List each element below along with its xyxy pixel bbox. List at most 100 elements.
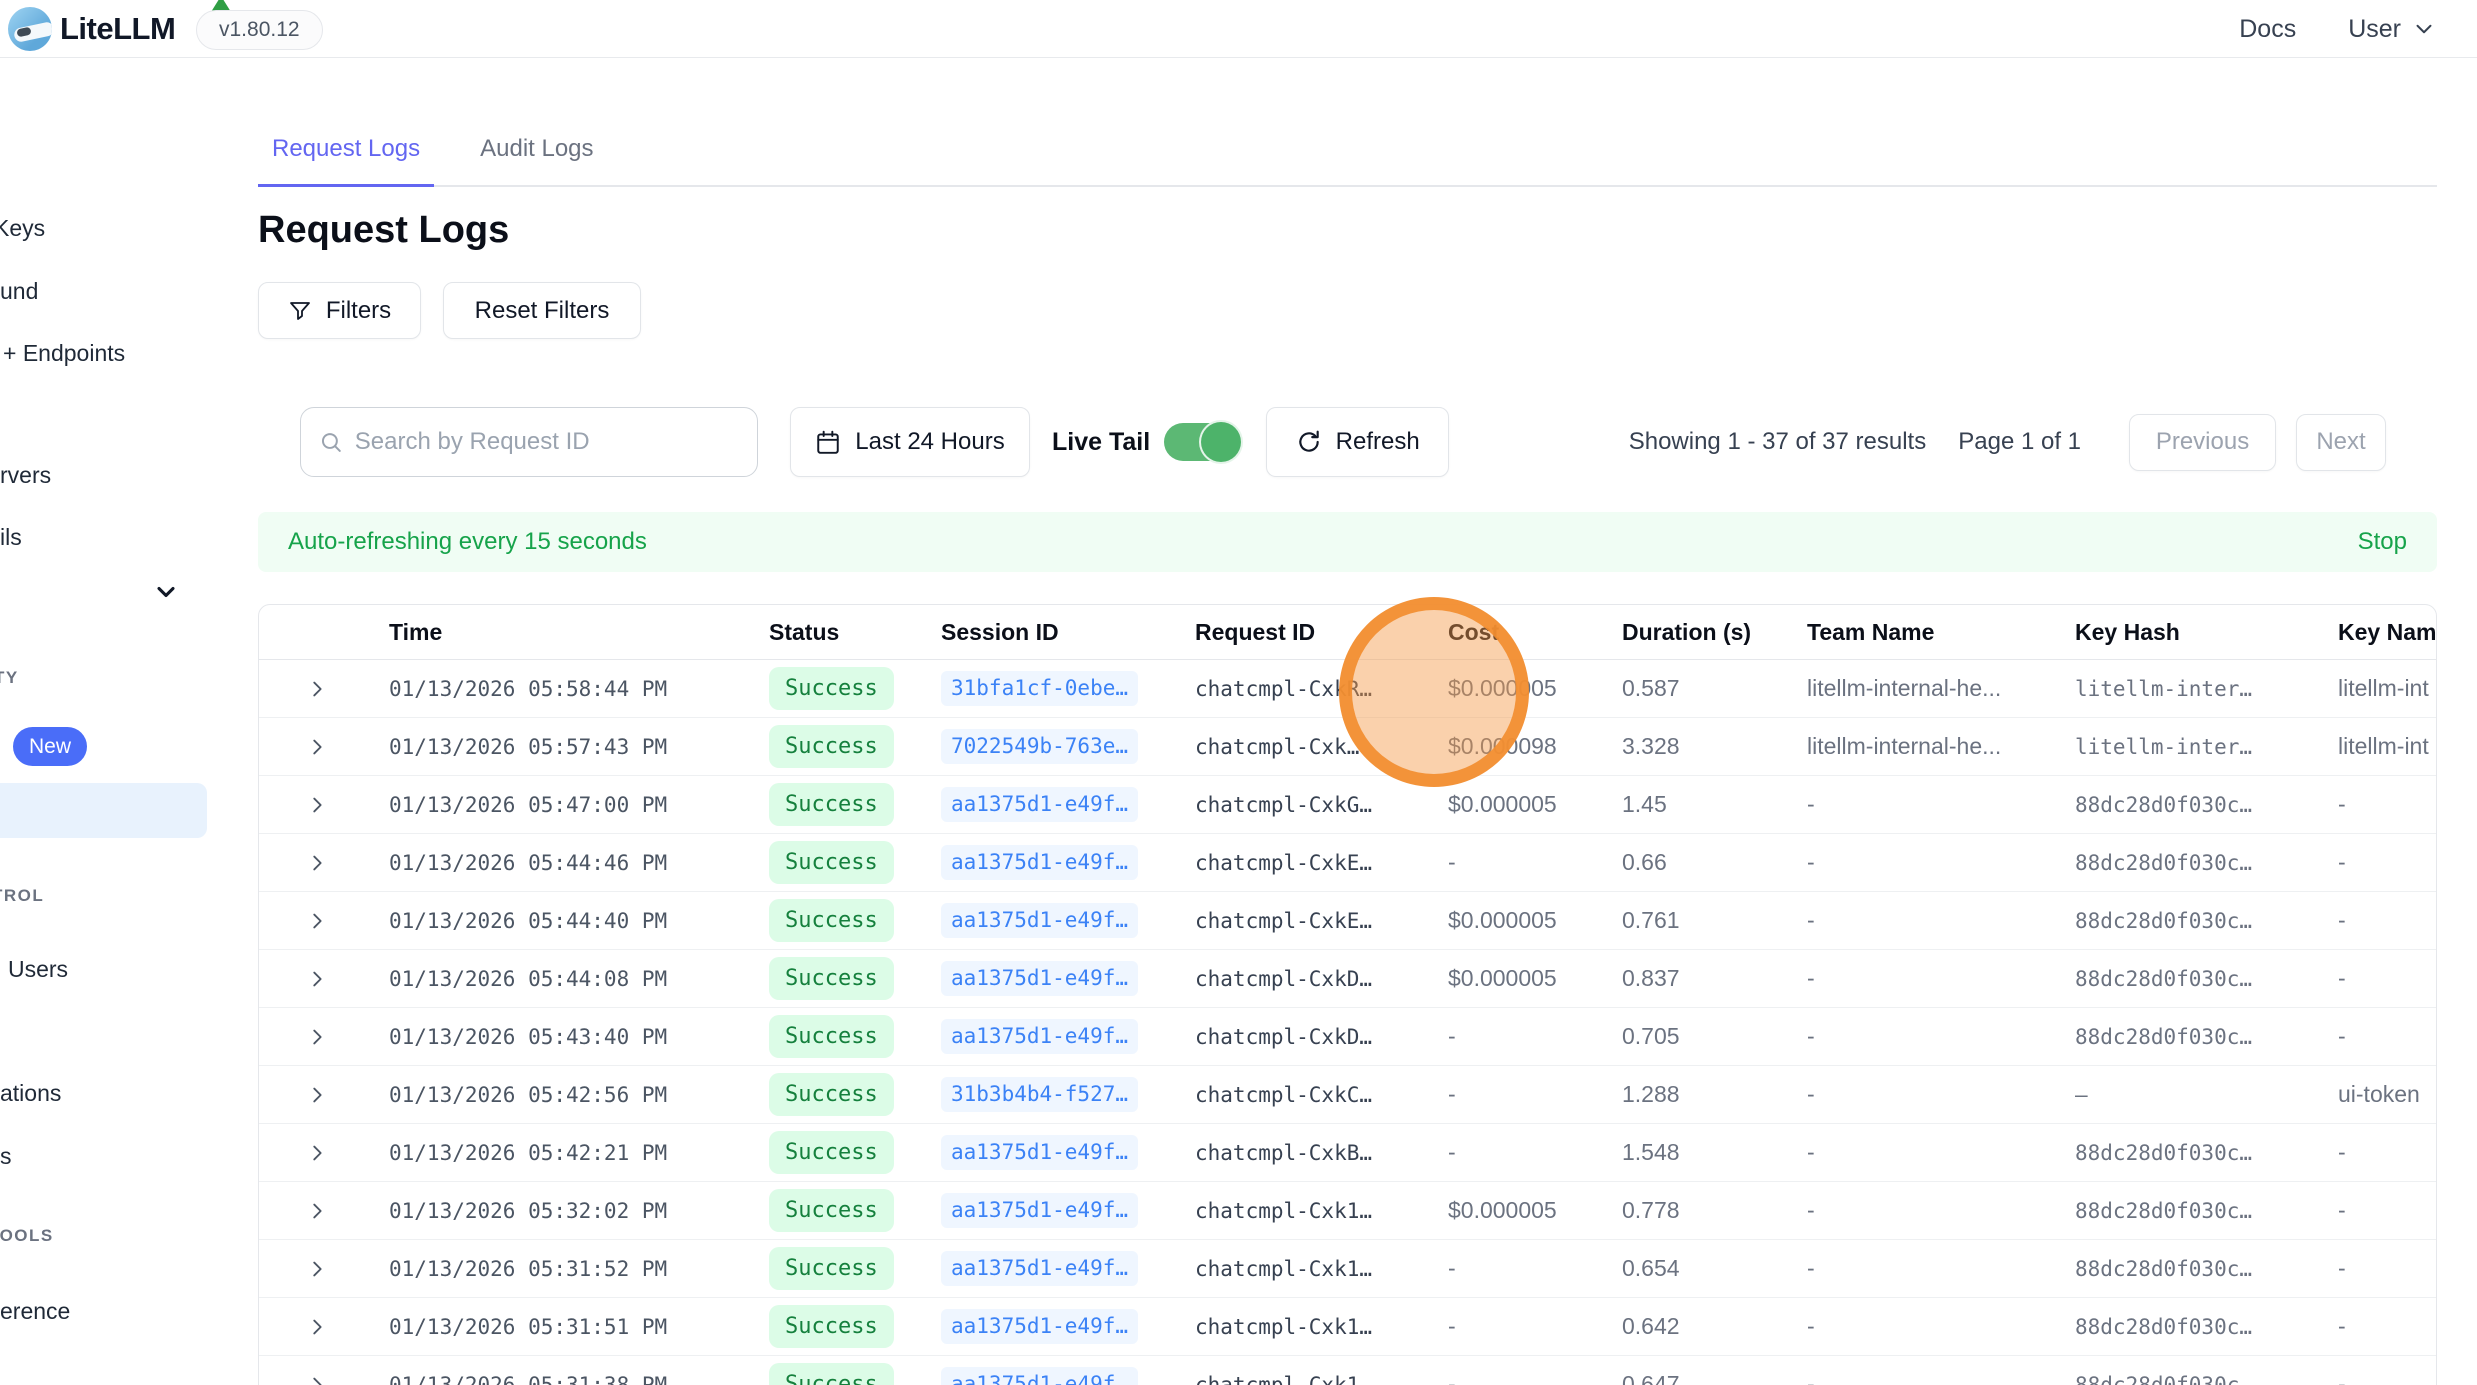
time-cell: 01/13/2026 05:57:43 PM: [389, 735, 769, 759]
duration-cell: 0.705: [1622, 1023, 1807, 1050]
col-team-name: Team Name: [1807, 619, 2075, 646]
session-id-link[interactable]: aa1375d1-e49f…: [941, 1135, 1138, 1170]
key-hash-cell: 88dc28d0f030c…: [2075, 967, 2338, 991]
duration-cell: 3.328: [1622, 733, 1807, 760]
filters-button[interactable]: Filters: [258, 282, 421, 339]
duration-cell: 0.642: [1622, 1313, 1807, 1340]
user-menu-label[interactable]: User: [2348, 15, 2401, 44]
session-id-link[interactable]: aa1375d1-e49f…: [941, 1367, 1138, 1385]
request-id-cell: chatcmpl-CxkD…: [1195, 967, 1448, 991]
next-page-button[interactable]: Next: [2296, 414, 2386, 471]
key-name-cell: -: [2338, 907, 2436, 934]
session-id-link[interactable]: aa1375d1-e49f…: [941, 1251, 1138, 1286]
key-hash-cell: litellm-inter…: [2075, 677, 2338, 701]
sidebar-item-s[interactable]: s: [0, 1143, 12, 1170]
sidebar-collapse-chevron-icon[interactable]: [152, 578, 180, 606]
reset-filters-button[interactable]: Reset Filters: [443, 282, 641, 339]
status-badge: Success: [769, 957, 894, 1000]
key-name-cell: -: [2338, 1255, 2436, 1282]
request-id-cell: chatcmpl-CxkG…: [1195, 793, 1448, 817]
tab-audit-logs[interactable]: Audit Logs: [466, 135, 607, 187]
duration-cell: 0.654: [1622, 1255, 1807, 1282]
session-id-link[interactable]: aa1375d1-e49f…: [941, 1193, 1138, 1228]
docs-link[interactable]: Docs: [2239, 15, 2296, 44]
duration-cell: 1.288: [1622, 1081, 1807, 1108]
session-id-link[interactable]: aa1375d1-e49f…: [941, 961, 1138, 996]
expand-row-chevron-icon[interactable]: [306, 1026, 328, 1048]
sidebar-item-ations[interactable]: ations: [0, 1080, 61, 1107]
time-range-button[interactable]: Last 24 Hours: [790, 407, 1030, 477]
refresh-button[interactable]: Refresh: [1266, 407, 1449, 477]
team-name-cell: litellm-internal-he...: [1807, 675, 2075, 702]
expand-row-chevron-icon[interactable]: [306, 1316, 328, 1338]
col-session-id: Session ID: [941, 619, 1195, 646]
sidebar-item-users[interactable]: Users: [8, 956, 68, 983]
live-tail-toggle[interactable]: [1164, 423, 1240, 461]
time-range-label: Last 24 Hours: [855, 428, 1004, 456]
sidebar-item-keys[interactable]: Keys: [0, 215, 45, 242]
tab-bar: Request Logs Audit Logs: [258, 135, 2437, 187]
cost-cell: $0.000005: [1448, 1197, 1622, 1224]
stop-auto-refresh-link[interactable]: Stop: [2358, 528, 2407, 556]
cost-cell: $0.000005: [1448, 907, 1622, 934]
search-input[interactable]: [355, 428, 739, 456]
key-hash-cell: 88dc28d0f030c…: [2075, 1025, 2338, 1049]
sidebar-item-und[interactable]: und: [0, 278, 38, 305]
time-cell: 01/13/2026 05:43:40 PM: [389, 1025, 769, 1049]
reset-filters-button-label: Reset Filters: [475, 297, 610, 325]
session-id-link[interactable]: aa1375d1-e49f…: [941, 903, 1138, 938]
team-name-cell: -: [1807, 1197, 2075, 1224]
expand-row-chevron-icon[interactable]: [306, 910, 328, 932]
session-id-link[interactable]: aa1375d1-e49f…: [941, 787, 1138, 822]
expand-row-chevron-icon[interactable]: [306, 1200, 328, 1222]
expand-row-chevron-icon[interactable]: [306, 794, 328, 816]
filter-row: Filters Reset Filters: [258, 282, 2437, 339]
search-box[interactable]: [300, 407, 758, 477]
expand-row-chevron-icon[interactable]: [306, 678, 328, 700]
toolbar: Last 24 Hours Live Tail Refresh Showing …: [258, 407, 2437, 477]
tab-request-logs[interactable]: Request Logs: [258, 135, 434, 187]
expand-row-chevron-icon[interactable]: [306, 736, 328, 758]
team-name-cell: -: [1807, 849, 2075, 876]
session-id-link[interactable]: 31b3b4b4-f527…: [941, 1077, 1138, 1112]
team-name-cell: -: [1807, 1139, 2075, 1166]
live-tail-label: Live Tail: [1052, 428, 1150, 457]
expand-row-chevron-icon[interactable]: [306, 1374, 328, 1385]
request-id-cell: chatcmpl-CxkE…: [1195, 909, 1448, 933]
session-id-link[interactable]: aa1375d1-e49f…: [941, 1019, 1138, 1054]
duration-cell: 1.45: [1622, 791, 1807, 818]
session-id-link[interactable]: 31bfa1cf-0ebe…: [941, 671, 1138, 706]
request-id-cell: chatcmpl-Cxk1…: [1195, 1315, 1448, 1339]
duration-cell: 0.66: [1622, 849, 1807, 876]
sidebar-item-ils[interactable]: ils: [0, 524, 22, 551]
status-badge: Success: [769, 783, 894, 826]
table-row: 01/13/2026 05:44:46 PM Success aa1375d1-…: [259, 834, 2436, 892]
sidebar-item-servers[interactable]: rvers: [0, 462, 51, 489]
filters-button-label: Filters: [326, 297, 391, 325]
table-row: 01/13/2026 05:47:00 PM Success aa1375d1-…: [259, 776, 2436, 834]
table-row: 01/13/2026 05:32:02 PM Success aa1375d1-…: [259, 1182, 2436, 1240]
key-name-cell: litellm-int: [2338, 733, 2436, 760]
status-badge: Success: [769, 1363, 894, 1385]
key-hash-cell: 88dc28d0f030c…: [2075, 851, 2338, 875]
previous-page-button[interactable]: Previous: [2129, 414, 2276, 471]
sidebar-item-erence[interactable]: erence: [0, 1298, 70, 1325]
session-id-link[interactable]: 7022549b-763e…: [941, 729, 1138, 764]
auto-refresh-message: Auto-refreshing every 15 seconds: [288, 528, 647, 556]
sidebar-item-endpoints[interactable]: + Endpoints: [3, 340, 125, 367]
session-id-link[interactable]: aa1375d1-e49f…: [941, 845, 1138, 880]
sidebar-item-selected[interactable]: [0, 783, 207, 838]
expand-row-chevron-icon[interactable]: [306, 1142, 328, 1164]
search-icon: [319, 429, 343, 455]
expand-row-chevron-icon[interactable]: [306, 1258, 328, 1280]
session-id-link[interactable]: aa1375d1-e49f…: [941, 1309, 1138, 1344]
key-name-cell: -: [2338, 1371, 2436, 1385]
expand-row-chevron-icon[interactable]: [306, 852, 328, 874]
page-title: Request Logs: [258, 209, 2437, 252]
key-hash-cell: 88dc28d0f030c…: [2075, 793, 2338, 817]
duration-cell: 0.761: [1622, 907, 1807, 934]
sidebar: Keys und + Endpoints rvers ils TY New TR…: [0, 58, 207, 1385]
expand-row-chevron-icon[interactable]: [306, 968, 328, 990]
user-menu[interactable]: User: [2348, 15, 2437, 44]
expand-row-chevron-icon[interactable]: [306, 1084, 328, 1106]
